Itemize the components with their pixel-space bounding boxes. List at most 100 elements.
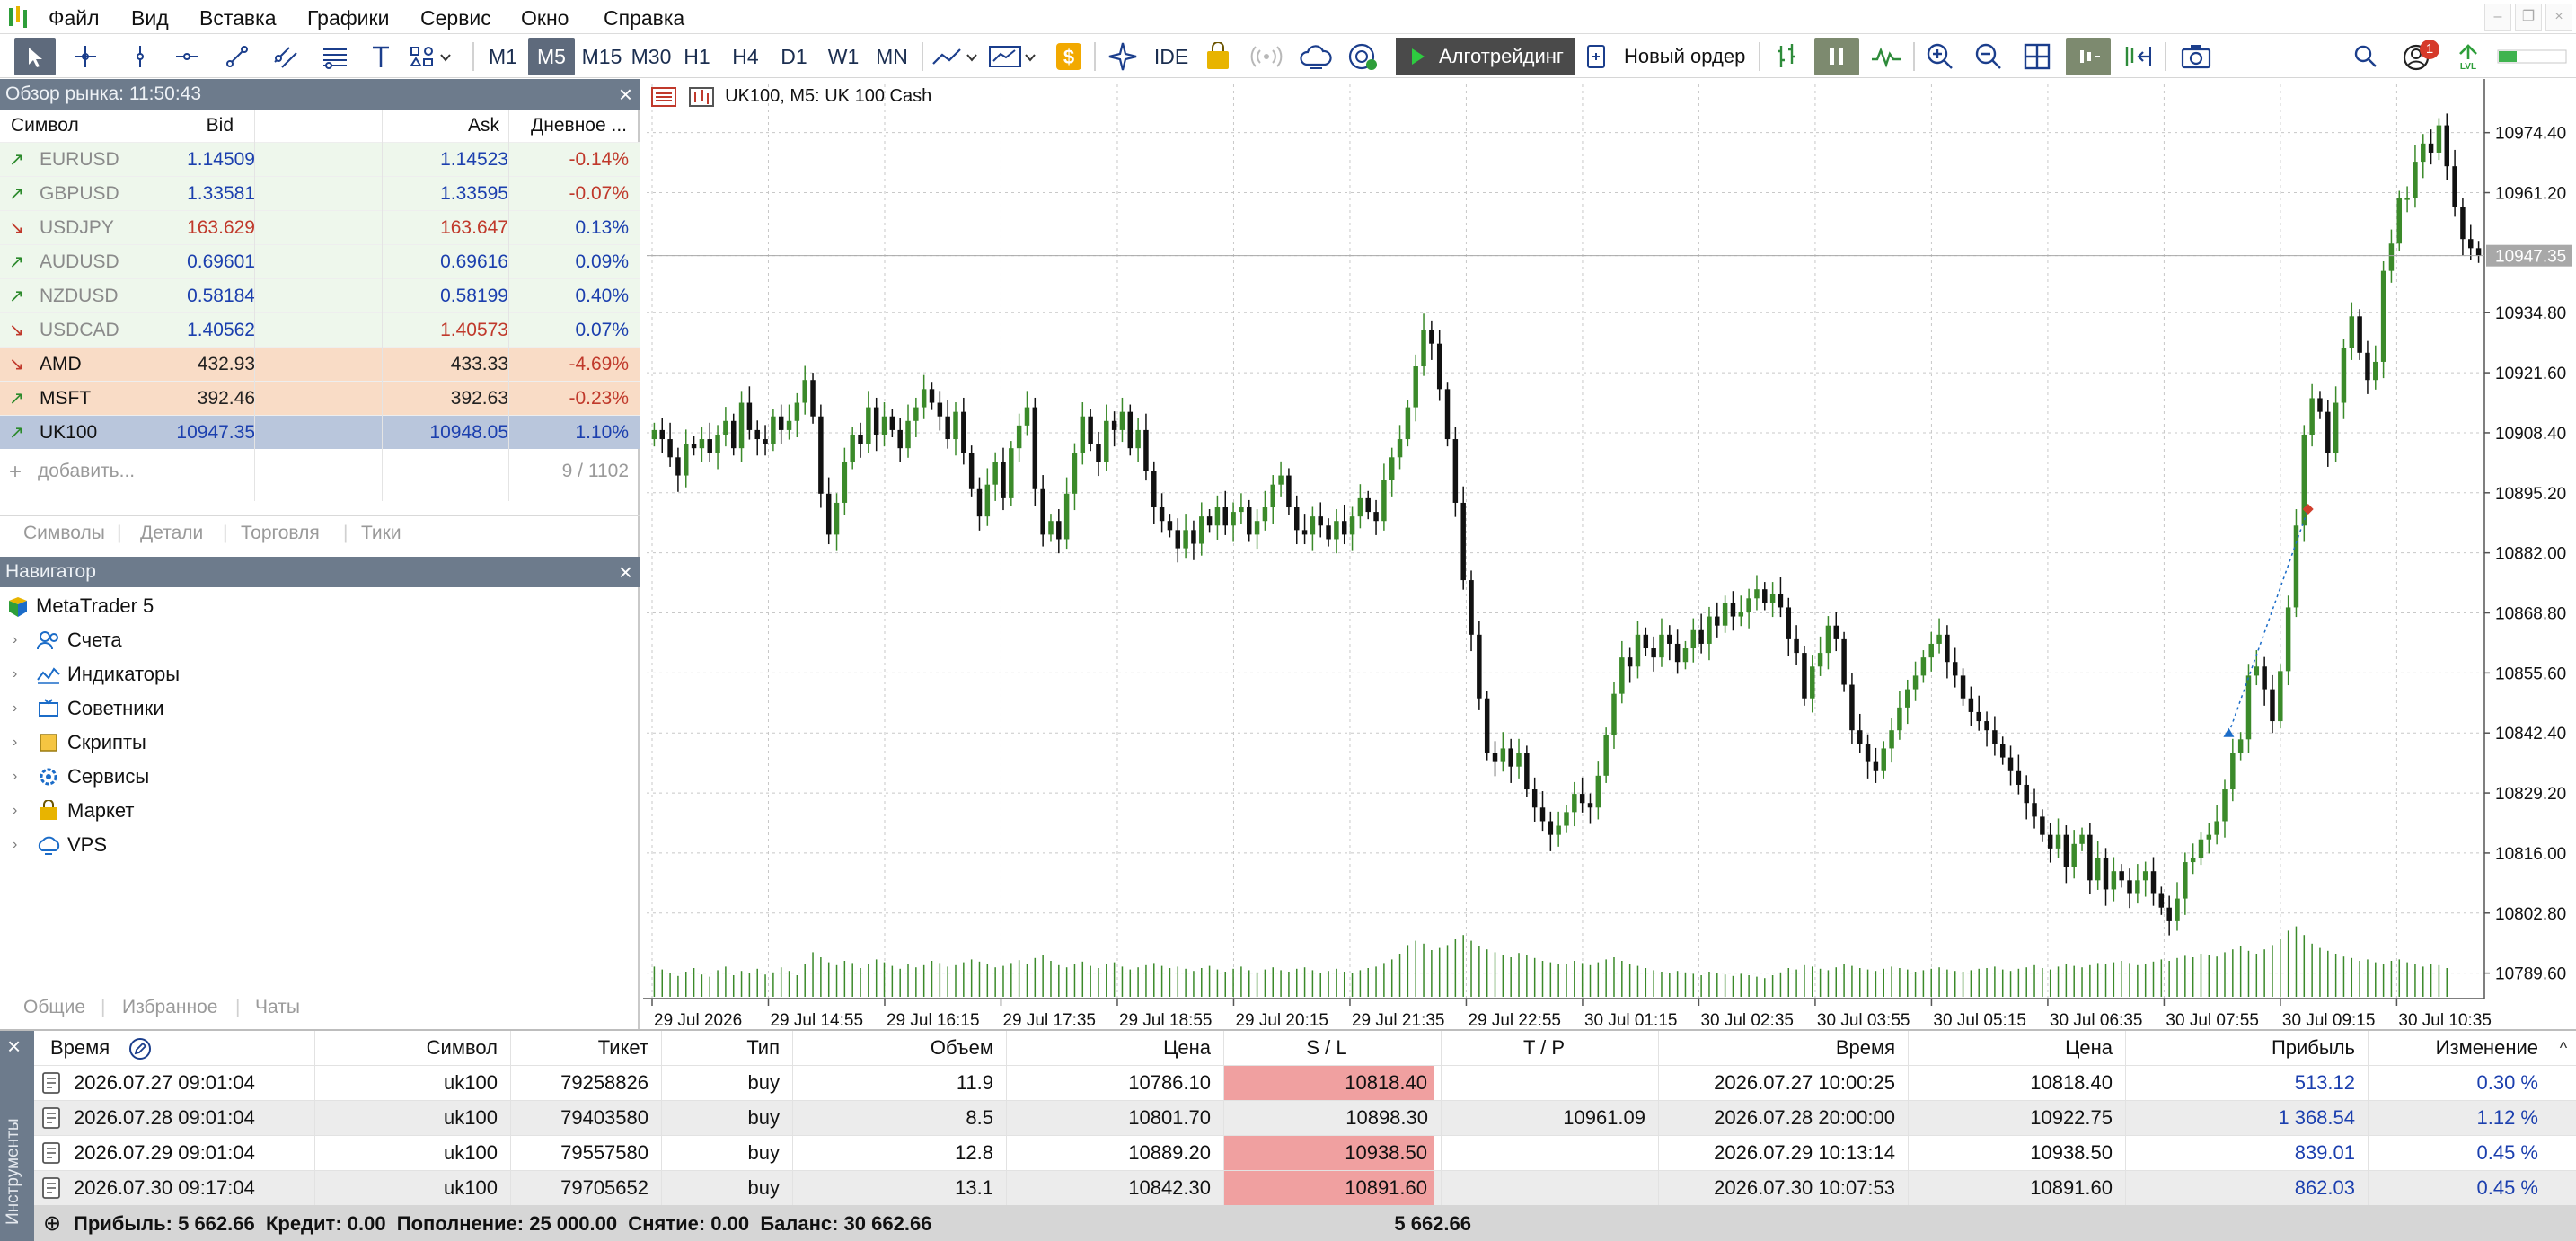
market-watch-row[interactable]: ↗ GBPUSD 1.33581 1.33595 -0.07%: [0, 176, 640, 210]
timeframe-m30[interactable]: M30: [627, 38, 675, 75]
expand-chevron-icon[interactable]: ›: [13, 691, 17, 726]
signals-wifi-icon[interactable]: [1247, 38, 1286, 75]
chart-symbol-icon[interactable]: [688, 86, 715, 108]
expand-chevron-icon[interactable]: ›: [13, 760, 17, 794]
header-open-price[interactable]: Цена: [1008, 1031, 1211, 1065]
menu-help[interactable]: Справка: [604, 0, 684, 34]
chart-list-icon[interactable]: [650, 86, 677, 108]
header-ticket[interactable]: Тикет: [512, 1031, 648, 1065]
header-open-time[interactable]: Время: [50, 1031, 313, 1065]
header-symbol[interactable]: Символ: [316, 1031, 498, 1065]
menu-charts[interactable]: Графики: [307, 0, 389, 34]
zoom-out-icon[interactable]: [1971, 38, 2007, 75]
shapes-tool-icon[interactable]: [406, 38, 462, 75]
close-navigator-icon[interactable]: ×: [619, 557, 632, 587]
algotrading-button[interactable]: Алготрейдинг: [1396, 38, 1575, 75]
channel-tool-icon[interactable]: [268, 38, 304, 75]
depth-of-market-icon[interactable]: [1769, 38, 1805, 75]
tab-ticks[interactable]: Тики: [361, 516, 401, 550]
community-icon[interactable]: [1344, 38, 1383, 75]
text-tool-icon[interactable]: [365, 38, 397, 75]
minimize-icon[interactable]: –: [2484, 4, 2511, 31]
tab-chats[interactable]: Чаты: [255, 990, 300, 1025]
timeframe-h4[interactable]: H4: [726, 38, 765, 75]
metaeditor-icon[interactable]: [1103, 38, 1142, 75]
tab-details[interactable]: Детали: [140, 516, 203, 550]
expand-chevron-icon[interactable]: ›: [13, 623, 17, 657]
market-watch-row[interactable]: ↘ USDCAD 1.40562 1.40573 0.07%: [0, 312, 640, 347]
navigator-item[interactable]: › Сервисы: [0, 760, 629, 794]
close-window-icon[interactable]: ×: [2545, 4, 2572, 31]
ide-button[interactable]: IDE: [1150, 38, 1193, 75]
navigator-item[interactable]: › Советники: [0, 691, 629, 726]
market-watch-row[interactable]: ↗ NZDUSD 0.58184 0.58199 0.40%: [0, 278, 640, 312]
header-change[interactable]: Изменение: [2369, 1031, 2538, 1065]
cursor-tool-icon[interactable]: [14, 38, 56, 75]
menu-window[interactable]: Окно: [521, 0, 569, 34]
restore-icon[interactable]: ❐: [2515, 4, 2542, 31]
timeframe-mn[interactable]: MN: [869, 38, 914, 75]
navigator-root[interactable]: MetaTrader 5: [0, 589, 629, 623]
zoom-in-icon[interactable]: [1922, 38, 1958, 75]
timeframe-h1[interactable]: H1: [677, 38, 717, 75]
market-watch-row[interactable]: ↗ MSFT 392.46 392.63 -0.23%: [0, 381, 640, 415]
navigator-item[interactable]: › Индикаторы: [0, 657, 629, 691]
header-profit[interactable]: Прибыль: [2127, 1031, 2355, 1065]
chart-type-icon[interactable]: [931, 38, 983, 75]
header-close-price[interactable]: Цена: [1910, 1031, 2113, 1065]
candlestick-chart[interactable]: 10974.40 10961.20 10947.35 10934.80 10921.60…: [643, 79, 2576, 1030]
column-ask[interactable]: Ask: [468, 110, 499, 142]
column-bid[interactable]: Bid: [207, 110, 234, 142]
chart-shift-icon[interactable]: [2118, 38, 2157, 75]
tab-favorites[interactable]: Избранное: [122, 990, 217, 1025]
trendline-tool-icon[interactable]: [219, 38, 255, 75]
account-icon[interactable]: 1: [2393, 38, 2443, 75]
market-watch-row[interactable]: ↗ UK100 10947.35 10948.05 1.10%: [0, 415, 640, 449]
expand-chevron-icon[interactable]: ›: [13, 794, 17, 828]
market-bag-icon[interactable]: [1200, 38, 1236, 75]
column-symbol[interactable]: Символ: [11, 110, 79, 142]
autoscroll-icon[interactable]: [2066, 38, 2111, 75]
expand-chevron-icon[interactable]: ›: [13, 828, 17, 862]
close-toolbox-icon[interactable]: ×: [7, 1033, 21, 1061]
header-sl[interactable]: S / L: [1225, 1031, 1428, 1065]
timeframe-m5[interactable]: M5: [528, 38, 575, 75]
timeframe-m15[interactable]: M15: [577, 38, 627, 75]
close-market-watch-icon[interactable]: ×: [619, 79, 632, 110]
scroll-up-icon[interactable]: ^: [2551, 1031, 2576, 1065]
header-volume[interactable]: Объем: [794, 1031, 993, 1065]
navigator-item[interactable]: › Маркет: [0, 794, 629, 828]
menu-insert[interactable]: Вставка: [199, 0, 277, 34]
market-watch-row[interactable]: ↘ AMD 432.93 433.33 -4.69%: [0, 347, 640, 381]
edit-columns-icon[interactable]: [128, 1036, 153, 1061]
tab-general[interactable]: Общие: [23, 990, 85, 1025]
screenshot-icon[interactable]: [2177, 38, 2215, 75]
menu-view[interactable]: Вид: [131, 0, 169, 34]
timeframe-d1[interactable]: D1: [774, 38, 814, 75]
navigator-item[interactable]: › Скрипты: [0, 726, 629, 760]
expand-chevron-icon[interactable]: ›: [13, 726, 17, 760]
navigator-item[interactable]: › Счета: [0, 623, 629, 657]
market-signals-icon[interactable]: $: [1051, 38, 1087, 75]
crosshair-tool-icon[interactable]: [66, 38, 104, 75]
new-order-button[interactable]: Новый ордер: [1584, 38, 1751, 75]
header-type[interactable]: Тип: [663, 1031, 780, 1065]
tab-symbols[interactable]: Символы: [23, 516, 105, 550]
tile-windows-icon[interactable]: [2019, 38, 2055, 75]
timeframe-m1[interactable]: M1: [483, 38, 523, 75]
column-daily-change[interactable]: Дневное ...: [531, 110, 627, 142]
market-watch-row[interactable]: ↗ EURUSD 1.14509 1.14523 -0.14%: [0, 142, 640, 176]
one-click-trading-icon[interactable]: [1814, 38, 1859, 75]
menu-tools[interactable]: Сервис: [420, 0, 491, 34]
market-watch-row[interactable]: ↗ AUDUSD 0.69601 0.69616 0.09%: [0, 244, 640, 278]
chart-window[interactable]: 10974.40 10961.20 10947.35 10934.80 10921.60…: [643, 79, 2576, 1030]
level-icon[interactable]: LVL: [2452, 38, 2484, 75]
navigator-item[interactable]: › VPS: [0, 828, 629, 862]
menu-file[interactable]: Файл: [49, 0, 100, 34]
expand-chevron-icon[interactable]: ›: [13, 657, 17, 691]
header-tp[interactable]: T / P: [1442, 1031, 1645, 1065]
search-icon[interactable]: [2348, 38, 2384, 75]
vps-cloud-icon[interactable]: [1295, 38, 1337, 75]
tab-trading[interactable]: Торговля: [241, 516, 320, 550]
signal-chart-icon[interactable]: [1866, 38, 1906, 75]
